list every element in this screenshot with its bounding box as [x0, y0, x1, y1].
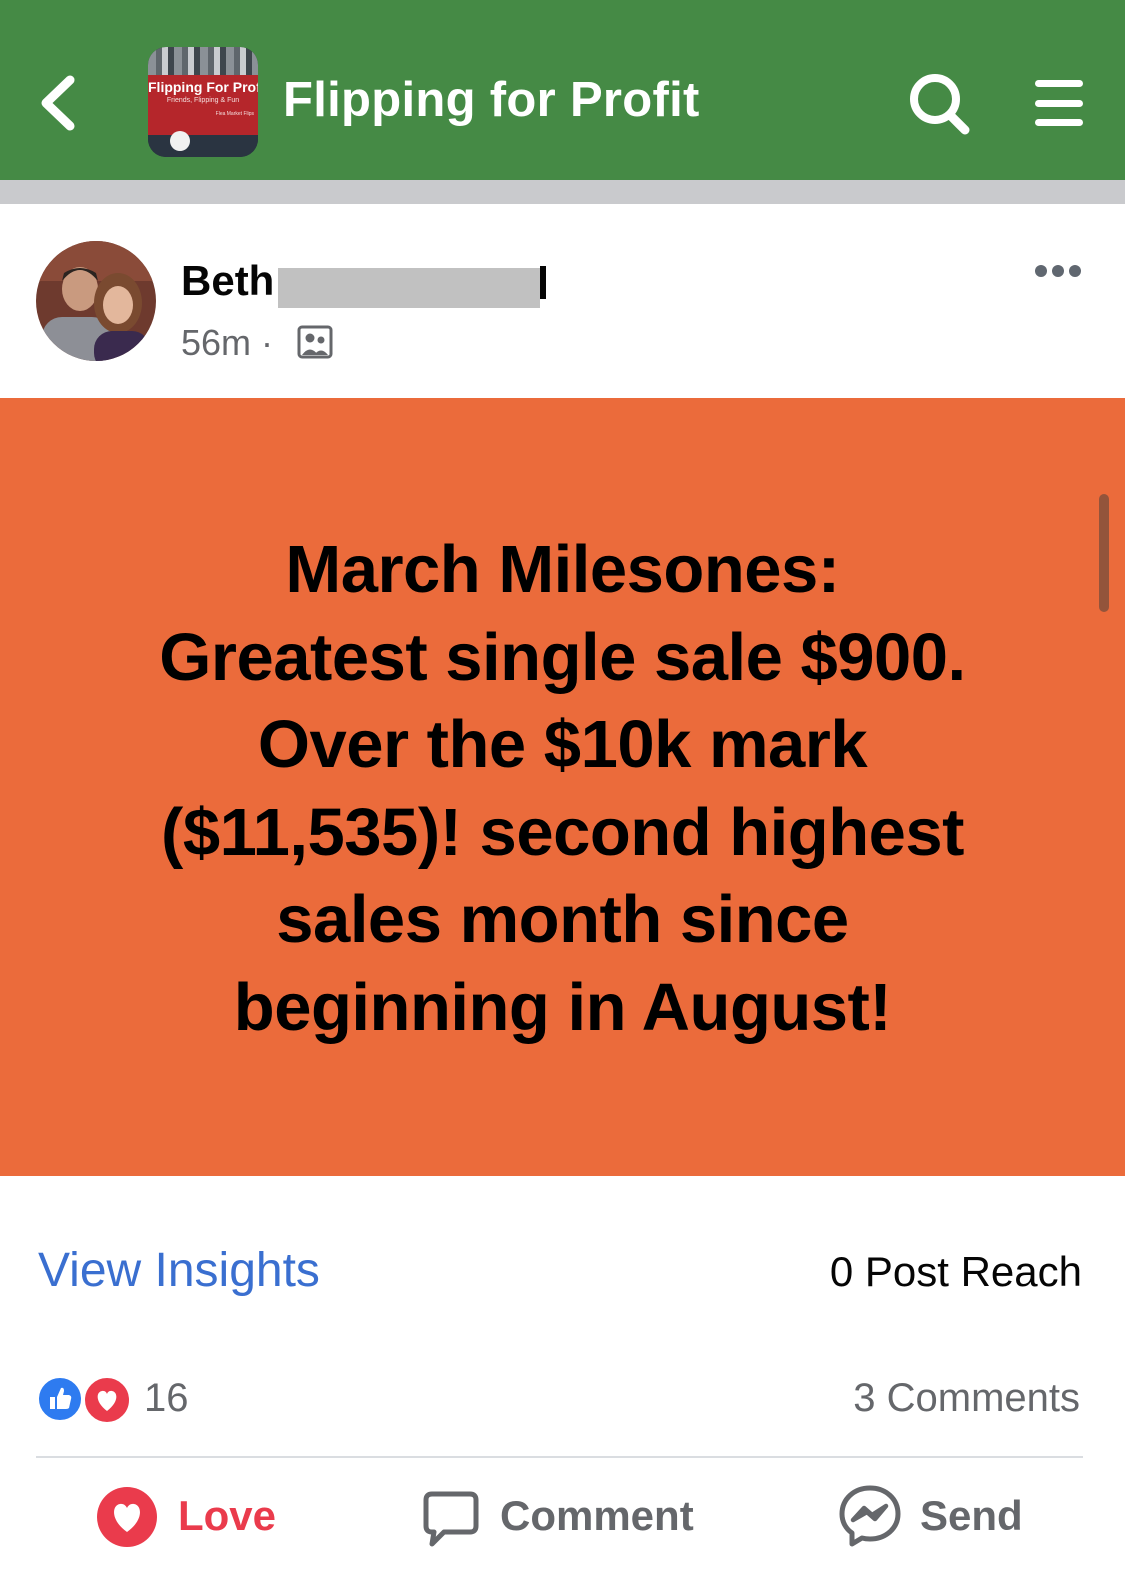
reaction-count[interactable]: 16: [144, 1376, 189, 1421]
post-text-line: March Milesones:: [285, 532, 840, 607]
post-text-line: sales month since: [276, 882, 849, 957]
avatar-photo: [36, 241, 156, 361]
scrollbar-thumb[interactable]: [1099, 494, 1109, 612]
post-text-line: ($11,535)! second highest: [161, 794, 964, 870]
chevron-left-icon: [41, 75, 75, 131]
love-button[interactable]: Love: [96, 1484, 286, 1554]
thumbnail-photo-strip: [148, 47, 258, 77]
post-colored-background: March Milesones: Greatest single sale $9…: [0, 398, 1125, 1176]
love-label: Love: [178, 1492, 277, 1539]
comment-button[interactable]: Comment: [420, 1484, 710, 1554]
messenger-icon: [839, 1485, 901, 1547]
ellipsis-icon: [1035, 265, 1081, 277]
back-button[interactable]: [30, 66, 90, 136]
heart-filled-icon: [97, 1487, 157, 1547]
timestamp-separator: ·: [261, 322, 274, 363]
send-label: Send: [920, 1492, 1023, 1539]
thumbnail-subtitle-small: Flea Market Flips: [215, 111, 254, 117]
search-icon: [910, 74, 970, 135]
post-text-line: Greatest single sale $900.: [159, 619, 966, 695]
thumbs-up-icon: [50, 1387, 72, 1409]
post-reach-count: 0 Post Reach: [829, 1248, 1082, 1295]
post-text: March Milesones: Greatest single sale $9…: [60, 526, 1065, 1051]
view-insights-link[interactable]: View Insights: [38, 1243, 320, 1298]
like-reaction-badge[interactable]: [36, 1375, 84, 1423]
love-reaction-badge[interactable]: [82, 1375, 132, 1425]
redacted-name-edge: [540, 266, 546, 299]
comments-count[interactable]: 3 Comments: [853, 1376, 1080, 1421]
author-avatar[interactable]: [36, 241, 156, 361]
comment-bubble-icon: [423, 1491, 479, 1547]
heart-icon: [97, 1390, 117, 1411]
post-text-line: beginning in August!: [233, 969, 892, 1045]
thumbnail-subtitle: Friends, Flipping & Fun: [166, 97, 240, 104]
search-button[interactable]: [905, 70, 975, 140]
send-button[interactable]: Send: [838, 1484, 1038, 1554]
hamburger-menu-icon: [1035, 80, 1083, 126]
thumbnail-photo-bottom: [148, 135, 258, 157]
header-divider: [0, 180, 1125, 204]
post-timestamp[interactable]: 56m ·: [181, 322, 273, 364]
timestamp-text: 56m: [181, 322, 252, 363]
menu-button[interactable]: [1033, 78, 1085, 128]
author-name[interactable]: Beth: [181, 257, 274, 305]
group-title[interactable]: Flipping for Profit: [283, 72, 700, 128]
thumbnail-title: Flipping For Profit: [148, 79, 258, 95]
actions-divider: [36, 1456, 1083, 1458]
comment-label: Comment: [500, 1492, 694, 1539]
post-options-button[interactable]: [1028, 258, 1088, 284]
group-thumbnail[interactable]: Flipping For Profit Friends, Flipping & …: [148, 47, 258, 157]
thumbnail-decoration: [170, 131, 190, 151]
post-text-line: Over the $10k mark: [257, 707, 868, 782]
members-group-icon: [297, 325, 333, 359]
redacted-name-block: [278, 268, 540, 308]
group-header-bar: Flipping For Profit Friends, Flipping & …: [0, 0, 1125, 180]
